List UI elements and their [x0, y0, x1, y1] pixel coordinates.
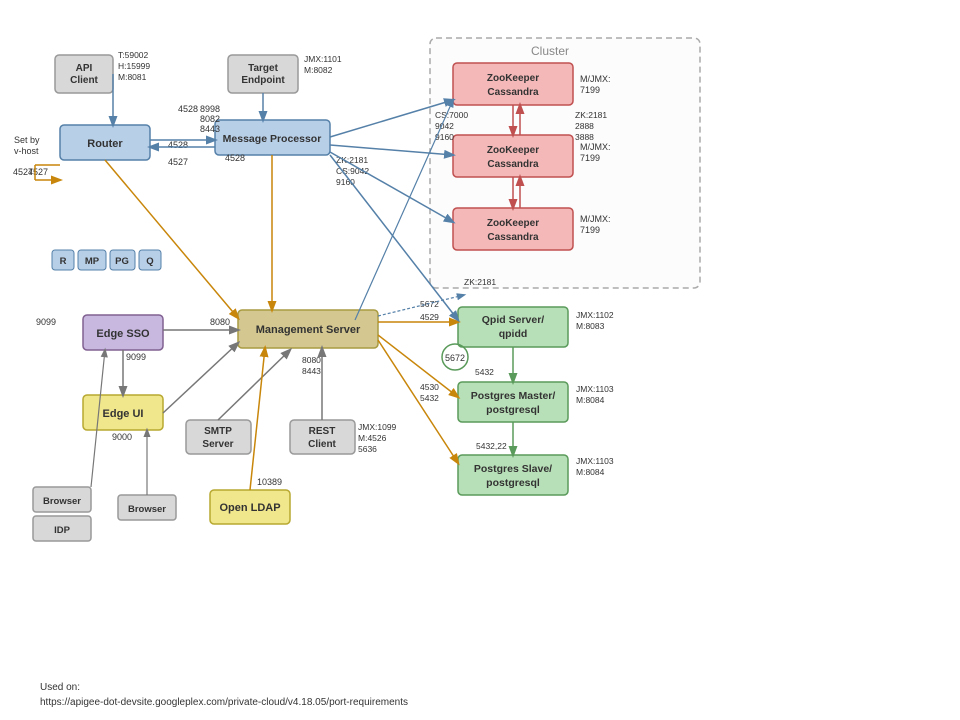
- svg-text:postgresql: postgresql: [486, 477, 540, 489]
- svg-text:4528: 4528: [225, 153, 245, 163]
- zk-cassandra3-box: [453, 208, 573, 250]
- postgres-slave-box: [458, 455, 568, 495]
- svg-text:REST: REST: [309, 426, 336, 437]
- svg-text:Set by: Set by: [14, 135, 40, 145]
- svg-text:JMX:1103: JMX:1103: [576, 456, 614, 466]
- qpid-server-box: [458, 307, 568, 347]
- svg-text:JMX:1101: JMX:1101: [304, 54, 342, 64]
- svg-text:Management Server: Management Server: [256, 324, 361, 336]
- svg-text:R: R: [60, 256, 67, 267]
- api-client-box: [55, 55, 113, 93]
- svg-text:5432: 5432: [475, 367, 494, 377]
- zk-cassandra1-box: [453, 63, 573, 105]
- svg-text:M:8081: M:8081: [118, 72, 147, 82]
- svg-text:7199: 7199: [580, 85, 600, 95]
- svg-text:Cassandra: Cassandra: [487, 232, 539, 243]
- svg-text:8082: 8082: [200, 114, 220, 124]
- svg-text:9099: 9099: [126, 352, 146, 362]
- cluster-label: Cluster: [531, 44, 569, 58]
- zk-cassandra2-box: [453, 135, 573, 177]
- svg-text:CS:7000: CS:7000: [435, 110, 468, 120]
- diagram-container: Cluster ZooKeeper Cassandra ZooKeeper Ca…: [0, 0, 960, 660]
- svg-text:H:15999: H:15999: [118, 61, 150, 71]
- svg-text:SMTP: SMTP: [204, 426, 232, 437]
- svg-text:Q: Q: [146, 256, 153, 267]
- svg-text:API: API: [76, 63, 93, 74]
- svg-text:Server: Server: [202, 439, 233, 450]
- svg-text:JMX:1099: JMX:1099: [358, 422, 397, 432]
- svg-text:8080: 8080: [210, 317, 230, 327]
- svg-text:Cassandra: Cassandra: [487, 87, 539, 98]
- svg-text:M:8084: M:8084: [576, 395, 605, 405]
- svg-text:Postgres Slave/: Postgres Slave/: [474, 463, 552, 475]
- svg-text:Postgres Master/: Postgres Master/: [471, 390, 556, 402]
- svg-text:M:8082: M:8082: [304, 65, 333, 75]
- footer: Used on: https://apigee-dot-devsite.goog…: [40, 680, 408, 710]
- svg-text:Target: Target: [248, 63, 278, 74]
- svg-text:4528: 4528: [168, 140, 188, 150]
- svg-text:M:8084: M:8084: [576, 467, 605, 477]
- svg-text:3888: 3888: [575, 132, 594, 142]
- svg-text:MP: MP: [85, 256, 100, 267]
- diagram-svg: Cluster ZooKeeper Cassandra ZooKeeper Ca…: [0, 0, 960, 660]
- svg-text:4527: 4527: [28, 167, 48, 177]
- svg-text:9099: 9099: [36, 317, 56, 327]
- svg-text:2888: 2888: [575, 121, 594, 131]
- svg-text:Qpid Server/: Qpid Server/: [482, 314, 545, 326]
- svg-text:M:8083: M:8083: [576, 321, 605, 331]
- svg-text:ZooKeeper: ZooKeeper: [487, 145, 539, 156]
- svg-text:ZK:2181: ZK:2181: [336, 155, 368, 165]
- svg-text:M/JMX:: M/JMX:: [580, 142, 611, 152]
- svg-text:7199: 7199: [580, 153, 600, 163]
- svg-text:M:4526: M:4526: [358, 433, 387, 443]
- svg-text:v-host: v-host: [14, 146, 39, 156]
- svg-text:JMX:1103: JMX:1103: [576, 384, 614, 394]
- svg-text:PG: PG: [115, 256, 129, 267]
- svg-text:8998: 8998: [200, 104, 220, 114]
- svg-text:ZK:2181: ZK:2181: [575, 110, 607, 120]
- svg-text:Edge SSO: Edge SSO: [96, 328, 150, 340]
- svg-text:Cassandra: Cassandra: [487, 159, 539, 170]
- svg-text:9160: 9160: [336, 177, 355, 187]
- svg-text:5432,22: 5432,22: [476, 441, 507, 451]
- svg-text:qpidd: qpidd: [499, 328, 528, 340]
- svg-text:M/JMX:: M/JMX:: [580, 74, 611, 84]
- svg-text:T:59002: T:59002: [118, 50, 149, 60]
- svg-text:ZooKeeper: ZooKeeper: [487, 73, 539, 84]
- svg-text:4529: 4529: [420, 312, 439, 322]
- svg-text:5636: 5636: [358, 444, 377, 454]
- svg-text:Open LDAP: Open LDAP: [219, 502, 280, 514]
- svg-text:ZK:2181: ZK:2181: [464, 277, 496, 287]
- postgres-master-box: [458, 382, 568, 422]
- svg-text:Browser: Browser: [128, 504, 166, 515]
- footer-line1: Used on:: [40, 680, 408, 695]
- svg-text:4527: 4527: [168, 157, 188, 167]
- svg-text:8443: 8443: [200, 124, 220, 134]
- svg-text:7199: 7199: [580, 225, 600, 235]
- svg-text:4530: 4530: [420, 382, 439, 392]
- svg-text:5432: 5432: [420, 393, 439, 403]
- footer-line2: https://apigee-dot-devsite.googleplex.co…: [40, 695, 408, 710]
- svg-text:9000: 9000: [112, 432, 132, 442]
- svg-text:9042: 9042: [435, 121, 454, 131]
- target-endpoint-box: [228, 55, 298, 93]
- svg-text:4528: 4528: [178, 104, 198, 114]
- svg-text:10389: 10389: [257, 477, 282, 487]
- svg-text:M/JMX:: M/JMX:: [580, 214, 611, 224]
- svg-text:5672: 5672: [445, 353, 465, 363]
- svg-text:JMX:1102: JMX:1102: [576, 310, 614, 320]
- svg-text:Endpoint: Endpoint: [241, 75, 285, 86]
- svg-text:Client: Client: [308, 439, 336, 450]
- svg-text:IDP: IDP: [54, 525, 71, 536]
- svg-text:8443: 8443: [302, 366, 321, 376]
- svg-text:Browser: Browser: [43, 496, 81, 507]
- svg-text:postgresql: postgresql: [486, 404, 540, 416]
- svg-text:Message Processor: Message Processor: [223, 133, 322, 145]
- svg-text:Edge UI: Edge UI: [103, 408, 144, 420]
- svg-text:ZooKeeper: ZooKeeper: [487, 218, 539, 229]
- svg-text:Client: Client: [70, 75, 98, 86]
- svg-text:Router: Router: [87, 138, 123, 150]
- svg-text:8080: 8080: [302, 355, 321, 365]
